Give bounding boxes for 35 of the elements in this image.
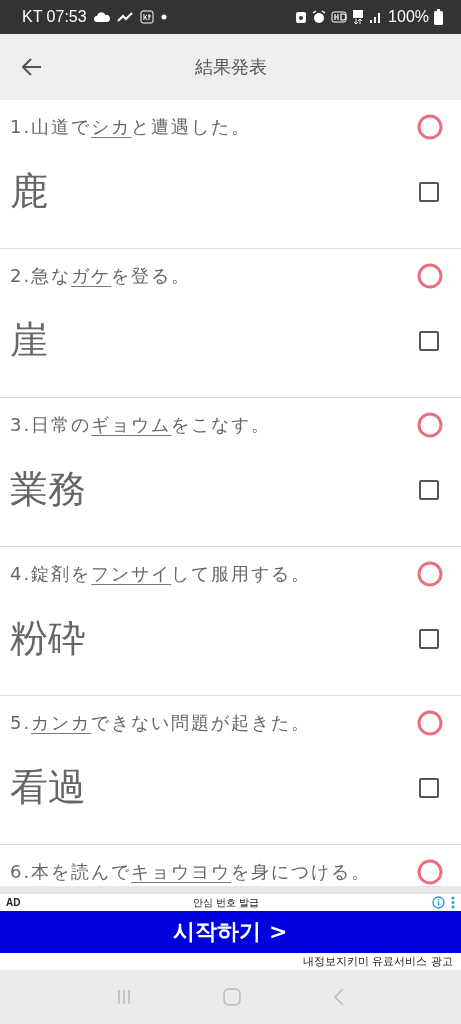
question-text: 6.本を読んでキョウヨウ を身につける。 xyxy=(10,860,372,884)
info-icon[interactable] xyxy=(432,896,445,909)
checkbox[interactable] xyxy=(419,777,439,798)
dot-icon xyxy=(160,14,167,20)
answer-text: 業務 xyxy=(10,466,86,513)
checkbox[interactable] xyxy=(419,479,439,500)
app-badge-icon xyxy=(139,10,154,24)
answer-text: 粉砕 xyxy=(10,615,86,662)
answer-text: 看過 xyxy=(10,764,86,811)
notification-icon xyxy=(295,10,308,24)
checkbox[interactable] xyxy=(419,330,439,351)
ad-headline: 안심 번호 발급 xyxy=(193,895,260,910)
checkbox[interactable] xyxy=(419,181,439,202)
battery-percent: 100% xyxy=(388,8,429,26)
question-text: 5.カンカ できない問題が起きた。 xyxy=(10,711,312,735)
carrier-time: KT 07:53 xyxy=(22,8,87,26)
question-text: 3.日常の ギョウム をこなす。 xyxy=(10,413,272,437)
question-text: 2.急な ガケ を登る。 xyxy=(10,264,192,288)
screen-title: 結果発表 xyxy=(194,55,267,79)
ad-label: AD xyxy=(6,897,21,908)
more-icon[interactable] xyxy=(451,896,455,909)
back-icon[interactable] xyxy=(22,58,42,76)
question-text: 4.錠剤を フンサイ して服用する。 xyxy=(10,562,312,586)
hd-icon xyxy=(331,11,348,23)
question-text: 1.山道で シカ と遭遇した。 xyxy=(10,115,252,139)
start-button[interactable]: 시작하기 > xyxy=(0,911,461,953)
alarm-icon xyxy=(312,10,327,24)
network-icon xyxy=(352,9,365,25)
trend-icon xyxy=(116,12,133,22)
answer-text: 鹿 xyxy=(10,168,48,215)
cloud-icon xyxy=(93,12,110,22)
answer-text: 崖 xyxy=(10,317,48,364)
ad-footer: 내정보지키미 유료서비스 광고 xyxy=(303,955,453,968)
battery-icon xyxy=(434,9,443,25)
checkbox[interactable] xyxy=(419,628,439,649)
